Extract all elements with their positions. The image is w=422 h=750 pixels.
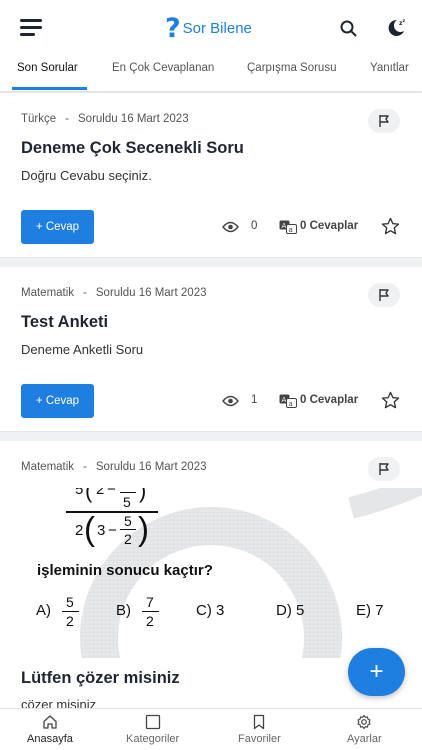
option-b-den: 2 (146, 613, 154, 629)
gear-icon (357, 714, 371, 730)
question-card: Matematik - Soruldu 16 Mart 2023 Test Anke… (0, 267, 422, 432)
menu-icon[interactable] (20, 19, 42, 37)
search-icon[interactable] (339, 19, 357, 37)
option-d: D) 5 (276, 602, 304, 619)
math-bot-inner-a: 3 (97, 522, 106, 539)
home-icon (43, 715, 57, 729)
favorite-star-icon[interactable] (381, 391, 400, 410)
flag-icon (379, 115, 389, 127)
app-root: ? Sor Bilene z z Son Sorular En Çok Ceva… (0, 0, 422, 750)
option-d-value: 5 (296, 602, 305, 619)
answer-count: 0 Cevaplar (300, 394, 359, 406)
option-e: E) 7 (356, 602, 384, 619)
question-mark-logo-icon: ? (165, 13, 181, 44)
eye-icon (222, 221, 239, 233)
dark-mode-moon-icon[interactable]: z z (385, 17, 407, 39)
nav-label: Kategoriler (126, 733, 180, 745)
math-prompt: işleminin sonucu kaçtır? (37, 562, 213, 579)
math-bot-inner-num: 5 (124, 513, 132, 529)
square-icon (145, 714, 160, 730)
answers-translate-icon: Aa (279, 220, 297, 234)
nav-favoriler[interactable]: Favoriler (238, 714, 281, 745)
tab-son-sorular[interactable]: Son Sorular (17, 62, 78, 74)
answer-count: 0 Cevaplar (300, 220, 359, 232)
question-title[interactable]: Test Anketi (21, 313, 108, 332)
question-card: Türkçe - Soruldu 16 Mart 2023 Deneme Çok S… (0, 93, 422, 258)
nav-label: Ayarlar (347, 733, 382, 745)
eye-icon (222, 395, 239, 407)
bottom-navigation: Anasayfa Kategoriler Favoriler Ayarlar (0, 708, 422, 750)
math-paren-close: ) (138, 510, 149, 547)
nav-anasayfa[interactable]: Anasayfa (27, 714, 73, 745)
math-bot-coef: 2 (75, 522, 84, 539)
report-flag-button[interactable] (368, 109, 400, 133)
meta-separator: - (83, 461, 87, 473)
bookmark-icon (254, 714, 265, 730)
math-top-inner-den: 5 (123, 494, 131, 510)
nav-kategoriler[interactable]: Kategoriler (126, 714, 179, 745)
option-b-num: 7 (146, 594, 154, 610)
add-answer-button[interactable]: + Cevap (21, 384, 94, 418)
question-category[interactable]: Matematik (21, 461, 74, 473)
option-c-label: C) (196, 602, 212, 619)
question-meta: Türkçe - Soruldu 16 Mart 2023 (21, 113, 189, 125)
math-bot-inner-den: 2 (124, 531, 132, 547)
question-image[interactable]: 5 ( 2 − 5 ) 2 ( 3 − 5 2 ) işleminin sonu… (21, 488, 422, 658)
option-b-label: B) (116, 602, 131, 619)
question-title[interactable]: Deneme Çok Secenekli Soru (21, 139, 244, 158)
option-d-label: D) (276, 602, 292, 619)
report-flag-button[interactable] (368, 457, 400, 481)
svg-text:A: A (282, 222, 287, 230)
brand-logo: ? Sor Bilene (165, 15, 252, 42)
favorite-star-icon[interactable] (381, 217, 400, 236)
view-count: 1 (251, 394, 258, 406)
option-a-label: A) (36, 602, 51, 619)
option-a-num: 5 (66, 594, 74, 610)
tab-en-cok-cevaplanan[interactable]: En Çok Cevaplanan (112, 62, 214, 74)
flag-icon (379, 289, 389, 301)
math-top-minus: − (107, 488, 116, 498)
tab-yanitlar[interactable]: Yanıtlar (370, 62, 409, 74)
nav-ayarlar[interactable]: Ayarlar (347, 714, 382, 745)
question-meta: Matematik - Soruldu 16 Mart 2023 (21, 287, 207, 299)
view-count: 0 (251, 220, 258, 232)
svg-text:a: a (289, 226, 293, 234)
math-paren-open: ( (85, 488, 93, 503)
question-category[interactable]: Matematik (21, 287, 74, 299)
question-meta: Matematik - Soruldu 16 Mart 2023 (21, 461, 207, 473)
question-category[interactable]: Türkçe (21, 113, 56, 125)
answers-translate-icon: Aa (279, 394, 297, 408)
option-e-value: 7 (375, 602, 384, 619)
option-c: C) 3 (196, 602, 224, 619)
active-tab-indicator (12, 87, 87, 90)
math-bot-minus: − (108, 522, 117, 539)
question-title[interactable]: Lütfen çözer misiniz (21, 669, 180, 688)
question-date: Soruldu 16 Mart 2023 (95, 287, 207, 299)
report-flag-button[interactable] (368, 283, 400, 307)
svg-text:a: a (289, 400, 293, 408)
math-paren-close: ) (139, 488, 147, 503)
flag-icon (379, 463, 389, 475)
question-description: Deneme Anketli Soru (21, 342, 144, 357)
tab-carpisma-sorusu[interactable]: Çarpışma Sorusu (247, 62, 336, 74)
option-e-label: E) (356, 602, 371, 619)
nav-label: Favoriler (238, 733, 281, 745)
question-date: Soruldu 16 Mart 2023 (95, 461, 207, 473)
meta-separator: - (65, 113, 69, 125)
brand-name: Sor Bilene (182, 20, 252, 37)
math-paren-open: ( (84, 510, 95, 547)
top-app-bar: ? Sor Bilene z z (0, 0, 422, 56)
ask-question-fab[interactable]: + (348, 648, 405, 696)
svg-text:A: A (282, 396, 287, 404)
question-description: Doğru Cevabu seçiniz. (21, 168, 152, 183)
meta-separator: - (83, 287, 87, 299)
add-answer-button[interactable]: + Cevap (21, 210, 94, 244)
option-a-den: 2 (66, 613, 74, 629)
math-top-inner-a: 2 (96, 488, 105, 498)
svg-text:z: z (403, 19, 406, 24)
question-date: Soruldu 16 Mart 2023 (78, 113, 189, 125)
option-c-value: 3 (216, 602, 225, 619)
nav-label: Anasayfa (27, 733, 73, 745)
math-top-coef: 5 (75, 488, 84, 498)
